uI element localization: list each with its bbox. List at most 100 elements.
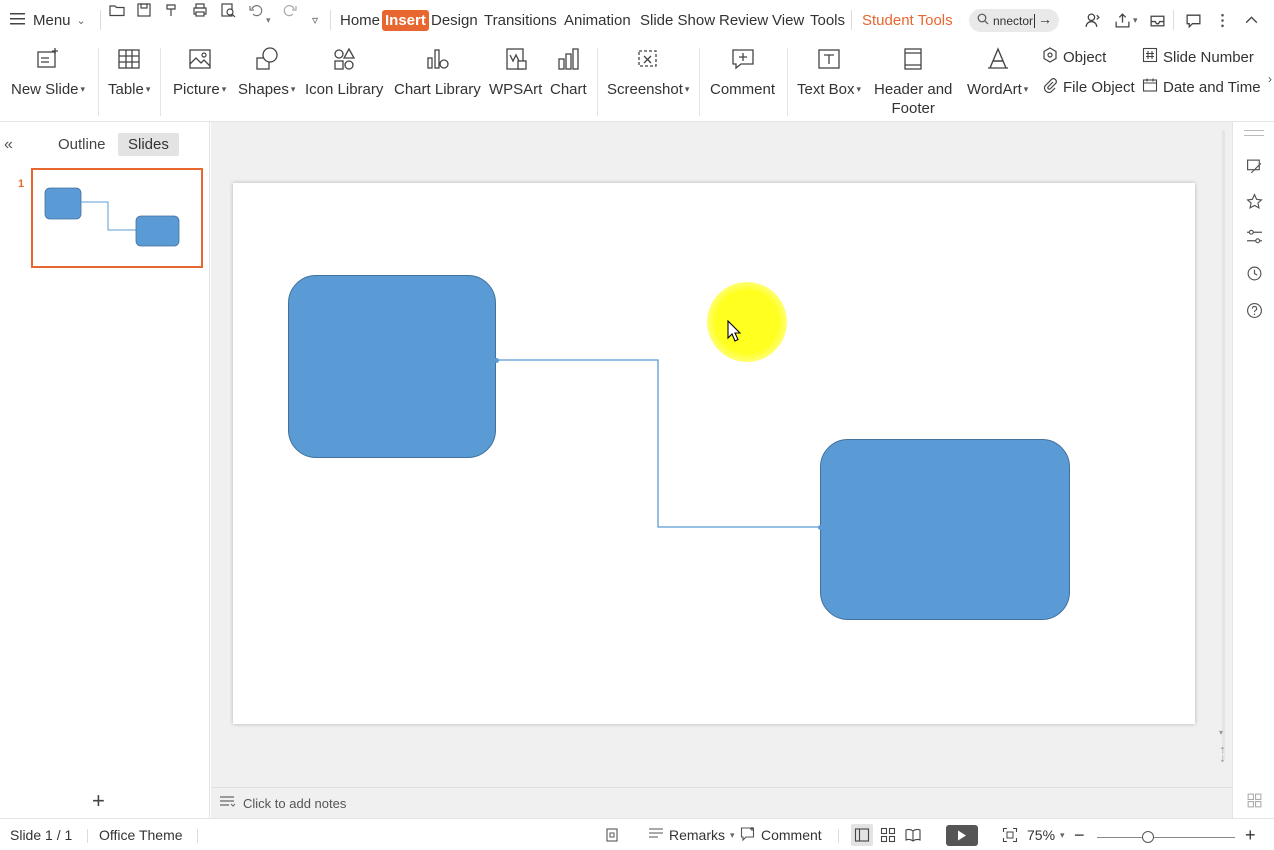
tab-animation[interactable]: Animation (563, 10, 632, 31)
remarks-button[interactable]: Remarks ▾ (648, 819, 735, 850)
search-go-icon[interactable]: → (1038, 11, 1052, 27)
customize-toolbar-icon[interactable]: ▿ (312, 0, 318, 40)
add-slide-icon[interactable]: + (92, 788, 105, 814)
status-comment-label: Comment (761, 827, 822, 843)
object-label: Object (1063, 49, 1106, 66)
slide-sorter-icon[interactable] (880, 819, 896, 850)
history-icon[interactable] (1244, 263, 1264, 283)
fit-window-icon[interactable] (1002, 819, 1018, 850)
wpsart-button[interactable]: WPSArt (489, 44, 542, 99)
properties-sliders-icon[interactable] (1244, 226, 1264, 246)
chart-button[interactable]: Chart (550, 44, 587, 99)
slide-number-button[interactable]: Slide Number (1142, 47, 1254, 67)
zoom-level-dropdown[interactable]: 75% ▾ (1027, 819, 1065, 850)
vertical-scrollbar[interactable]: ▾⇡⇣ (1220, 130, 1228, 760)
tab-student-tools[interactable]: Student Tools (861, 10, 954, 31)
tab-tools[interactable]: Tools (809, 10, 846, 31)
theme-name[interactable]: Office Theme (99, 819, 183, 850)
play-slideshow-button[interactable] (946, 825, 978, 846)
undo-dropdown-icon[interactable]: ▾ (266, 0, 271, 40)
slide-size-icon[interactable] (604, 819, 620, 850)
cursor-highlight (707, 282, 787, 362)
open-folder-icon[interactable] (107, 0, 127, 20)
zoom-out-icon[interactable]: − (1074, 819, 1085, 850)
hamburger-icon (10, 12, 25, 29)
more-vertical-icon[interactable] (1212, 10, 1232, 30)
wordart-icon (983, 44, 1013, 74)
save-icon[interactable] (134, 0, 154, 20)
play-icon (957, 830, 967, 841)
help-icon[interactable] (1244, 300, 1264, 320)
search-icon (977, 13, 989, 28)
tab-view[interactable]: View (771, 10, 805, 31)
slide-thumbnail-number: 1 (18, 178, 24, 190)
print-icon[interactable] (190, 0, 210, 20)
redo-icon[interactable] (280, 0, 300, 20)
share-user-icon[interactable] (1082, 10, 1102, 30)
search-box[interactable]: nnector → (969, 9, 1059, 32)
main-menu-button[interactable]: Menu ⌄ (10, 0, 86, 40)
text-box-button[interactable]: Text Box (797, 44, 861, 99)
zoom-slider-track[interactable] (1097, 837, 1235, 838)
divider (100, 10, 101, 30)
slide-canvas[interactable] (233, 183, 1195, 724)
tab-transitions[interactable]: Transitions (483, 10, 558, 31)
search-input[interactable]: nnector (993, 14, 1035, 28)
zoom-slider-thumb[interactable] (1142, 831, 1154, 843)
object-button[interactable]: Object (1042, 47, 1106, 67)
slide-design-icon[interactable] (1244, 156, 1264, 176)
new-slide-button[interactable]: New Slide (11, 44, 85, 99)
comment-bubble-icon[interactable] (1183, 10, 1203, 30)
tab-design[interactable]: Design (430, 10, 479, 31)
tab-insert[interactable]: Insert (382, 10, 429, 31)
wordart-button[interactable]: WordArt (967, 44, 1028, 99)
chevron-up-icon[interactable] (1241, 10, 1261, 30)
drag-handle-icon[interactable] (1244, 130, 1264, 136)
normal-view-icon[interactable] (851, 824, 873, 846)
elbow-connector[interactable] (496, 360, 820, 527)
hash-icon (1142, 47, 1158, 67)
tab-slides[interactable]: Slides (118, 133, 179, 156)
animation-star-icon[interactable] (1244, 191, 1264, 211)
rounded-rectangle-right[interactable] (820, 439, 1070, 620)
screenshot-button[interactable]: Screenshot (607, 44, 689, 99)
connector-start-point[interactable] (494, 358, 499, 363)
tab-review[interactable]: Review (718, 10, 769, 31)
tab-outline[interactable]: Outline (48, 133, 116, 156)
chart-library-button[interactable]: Chart Library (394, 44, 481, 99)
mouse-pointer-icon (727, 320, 741, 342)
object-icon (1042, 47, 1058, 67)
date-time-button[interactable]: Date and Time (1142, 77, 1261, 97)
tray-icon[interactable] (1147, 10, 1167, 30)
shapes-button[interactable]: Shapes (238, 44, 295, 99)
ribbon-divider (597, 48, 598, 116)
zoom-in-icon[interactable]: + (1245, 819, 1256, 850)
collapse-panel-icon[interactable]: « (4, 136, 13, 154)
scroll-step-icons[interactable]: ▾⇡⇣ (1219, 728, 1226, 764)
grid-apps-icon[interactable] (1244, 790, 1264, 810)
connector-end-point[interactable] (818, 525, 823, 530)
slide-thumbnail[interactable] (31, 168, 203, 268)
format-painter-icon[interactable] (162, 0, 182, 20)
tab-home[interactable]: Home (339, 10, 381, 31)
slides-panel: « Outline Slides 1 + (0, 122, 210, 818)
comment-add-icon (740, 826, 756, 845)
tab-slide-show[interactable]: Slide Show (639, 10, 716, 31)
comment-button[interactable]: Comment (710, 44, 775, 99)
status-comment-button[interactable]: Comment (740, 819, 822, 850)
undo-icon[interactable] (246, 0, 266, 20)
header-footer-button[interactable]: Header and Footer (874, 44, 952, 118)
chevron-right-icon[interactable]: › (1268, 72, 1272, 86)
notes-bar[interactable]: Click to add notes (211, 787, 1232, 818)
shapes-label: Shapes (238, 80, 295, 99)
table-button[interactable]: Table (108, 44, 150, 99)
reading-view-icon[interactable] (905, 819, 921, 850)
print-preview-icon[interactable] (218, 0, 238, 20)
file-object-button[interactable]: File Object (1042, 77, 1135, 97)
icon-library-button[interactable]: Icon Library (305, 44, 383, 99)
export-dropdown-icon[interactable]: ▾ (1133, 0, 1138, 40)
export-icon[interactable] (1112, 10, 1132, 30)
notes-placeholder[interactable]: Click to add notes (243, 796, 346, 811)
zoom-level: 75% (1027, 827, 1055, 843)
picture-button[interactable]: Picture (173, 44, 226, 99)
